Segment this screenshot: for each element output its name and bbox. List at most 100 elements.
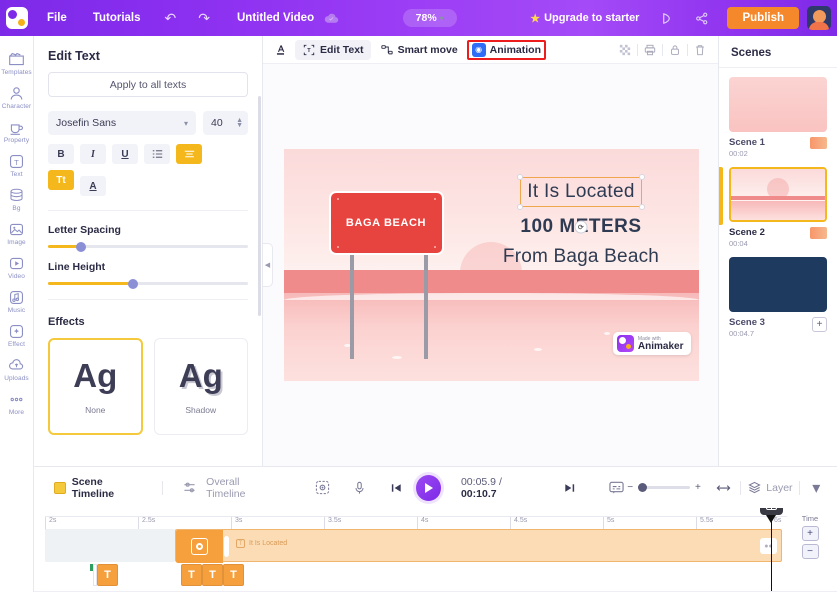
share-icon[interactable] [684, 0, 719, 36]
skip-back-icon[interactable] [386, 477, 407, 499]
clip-left-handle[interactable] [224, 536, 229, 557]
scene-item-2[interactable]: Scene 2 00:04 [719, 158, 837, 248]
zoom-level-selector[interactable]: 78% ▾ [402, 9, 457, 27]
empty-clip-region[interactable] [45, 529, 175, 562]
add-scene-button[interactable]: + [812, 317, 827, 332]
fit-width-icon[interactable] [713, 477, 734, 499]
slider-knob[interactable] [128, 278, 138, 289]
zoom-knob[interactable] [638, 483, 648, 492]
redo-icon[interactable]: ↷ [187, 0, 221, 36]
skip-forward-icon[interactable] [558, 477, 579, 499]
scene-item-1[interactable]: Scene 1 00:02 [719, 68, 837, 158]
sidebar-item-more[interactable]: More [0, 386, 34, 418]
resize-handle-top-right[interactable] [638, 174, 645, 180]
layer-button[interactable]: Layer [747, 481, 793, 495]
clip-right-handle[interactable]: ●● [760, 538, 777, 554]
slider-fill [48, 282, 132, 285]
scene-thumbnail[interactable] [729, 167, 827, 222]
sidebar-item-templates[interactable]: Templates [0, 46, 34, 78]
lock-icon[interactable] [665, 40, 685, 60]
sidebar-item-video[interactable]: Video [0, 250, 34, 282]
time-increase-button[interactable]: + [801, 526, 819, 541]
sidebar-item-bg[interactable]: Bg [0, 182, 34, 214]
sidebar-item-text[interactable]: T Text [0, 148, 34, 180]
print-icon[interactable] [640, 40, 660, 60]
sidebar-label-uploads: Effect [7, 341, 26, 348]
menu-tutorials[interactable]: Tutorials [80, 0, 154, 36]
italic-button[interactable]: I [80, 144, 106, 164]
text-color-icon[interactable] [273, 43, 287, 57]
time-decrease-button[interactable]: − [801, 544, 819, 559]
playhead-handle[interactable] [760, 508, 783, 515]
text-line-2[interactable]: 100 METERS ⟳ [479, 216, 684, 238]
font-size-stepper[interactable]: 40 ▲ ▼ [203, 111, 248, 135]
undo-icon[interactable]: ↶ [154, 0, 188, 36]
timeline-zoom-control[interactable]: − + [627, 482, 701, 493]
text-block[interactable]: T [181, 564, 202, 586]
scene-thumbnail[interactable] [729, 257, 827, 312]
text-line-3[interactable]: From Baga Beach [479, 246, 684, 268]
tab-overall-timeline[interactable]: Overall Timeline [169, 476, 290, 500]
sidebar-item-effect[interactable]: Effect [0, 318, 34, 350]
animation-button[interactable]: ◉ Animation [466, 39, 547, 60]
sidebar-label-more-text: More [8, 409, 25, 416]
text-color-button[interactable]: A [80, 176, 106, 196]
scene-thumbnail[interactable] [729, 77, 827, 132]
panel-scrollbar[interactable] [258, 96, 261, 316]
slider-knob[interactable] [76, 241, 86, 252]
align-button[interactable] [176, 144, 202, 164]
text-block[interactable]: T [97, 564, 118, 586]
project-title[interactable]: Untitled Video [221, 12, 324, 24]
scene-item-3[interactable]: Scene 3 00:04.7 + [719, 248, 837, 338]
focus-icon[interactable] [311, 477, 332, 499]
letter-spacing-slider[interactable] [34, 236, 262, 252]
clip-thumbnail[interactable] [176, 530, 223, 563]
rotate-handle-icon[interactable]: ⟳ [574, 220, 588, 234]
text-block[interactable]: T [223, 564, 244, 586]
app-logo[interactable] [0, 0, 34, 36]
font-family-select[interactable]: Josefin Sans ▾ [48, 111, 196, 135]
text-case-button[interactable]: Tt [48, 170, 74, 190]
effect-card-shadow[interactable]: Ag Shadow [153, 338, 248, 435]
user-avatar[interactable] [807, 6, 831, 30]
preview-icon[interactable] [649, 0, 684, 36]
property-icon [8, 118, 26, 136]
video-stage[interactable]: BAGA BEACH It Is Located 100 METERS ⟳ Fr… [283, 149, 699, 381]
resize-handle-bottom-left[interactable] [517, 204, 524, 210]
zoom-out-button[interactable]: − [627, 482, 633, 493]
play-button[interactable] [415, 474, 441, 501]
selected-text-element[interactable]: It Is Located [517, 174, 645, 210]
sidebar-item-property[interactable]: Property [0, 114, 34, 146]
list-button[interactable] [144, 144, 170, 164]
timeline-ruler[interactable]: 2s 2.5s 3s 3.5s 4s 4.5s 5s 5.5s 6s [45, 516, 787, 530]
microphone-icon[interactable] [349, 477, 370, 499]
line-height-slider[interactable] [34, 273, 262, 289]
resize-handle-top-left[interactable] [517, 174, 524, 180]
smart-move-button[interactable]: Smart move [373, 40, 465, 60]
delete-icon[interactable] [690, 40, 710, 60]
collapse-panel-chevron-left-icon[interactable]: ◀ [263, 243, 273, 287]
sidebar-item-uploads[interactable]: Uploads [0, 352, 34, 384]
layer-icon [747, 481, 761, 495]
zoom-in-button[interactable]: + [695, 482, 701, 493]
underline-button[interactable]: U [112, 144, 138, 164]
tab-scene-timeline[interactable]: Scene Timeline [44, 476, 156, 500]
upgrade-button[interactable]: ★ Upgrade to starter [520, 12, 649, 25]
menu-file[interactable]: File [34, 0, 80, 36]
bold-button[interactable]: B [48, 144, 74, 164]
resize-handle-bottom-right[interactable] [638, 204, 645, 210]
transparency-icon[interactable] [615, 40, 635, 60]
subtitle-icon[interactable] [606, 477, 627, 499]
zoom-track[interactable] [638, 483, 691, 492]
timeline-collapse-chevron-down-icon[interactable]: ▾ [806, 477, 827, 499]
sidebar-item-character[interactable]: Character [0, 80, 34, 112]
apply-to-all-texts-button[interactable]: Apply to all texts [48, 72, 248, 97]
text-block[interactable]: T [202, 564, 223, 586]
text-clip[interactable]: T It Is Located ●● [175, 529, 782, 563]
publish-button[interactable]: Publish [727, 7, 799, 29]
playhead[interactable] [760, 508, 783, 592]
effect-card-none[interactable]: Ag None [48, 338, 143, 435]
sidebar-item-image[interactable]: Image [0, 216, 34, 248]
edit-text-button[interactable]: T Edit Text [295, 39, 371, 60]
sidebar-item-music[interactable]: Music [0, 284, 34, 316]
